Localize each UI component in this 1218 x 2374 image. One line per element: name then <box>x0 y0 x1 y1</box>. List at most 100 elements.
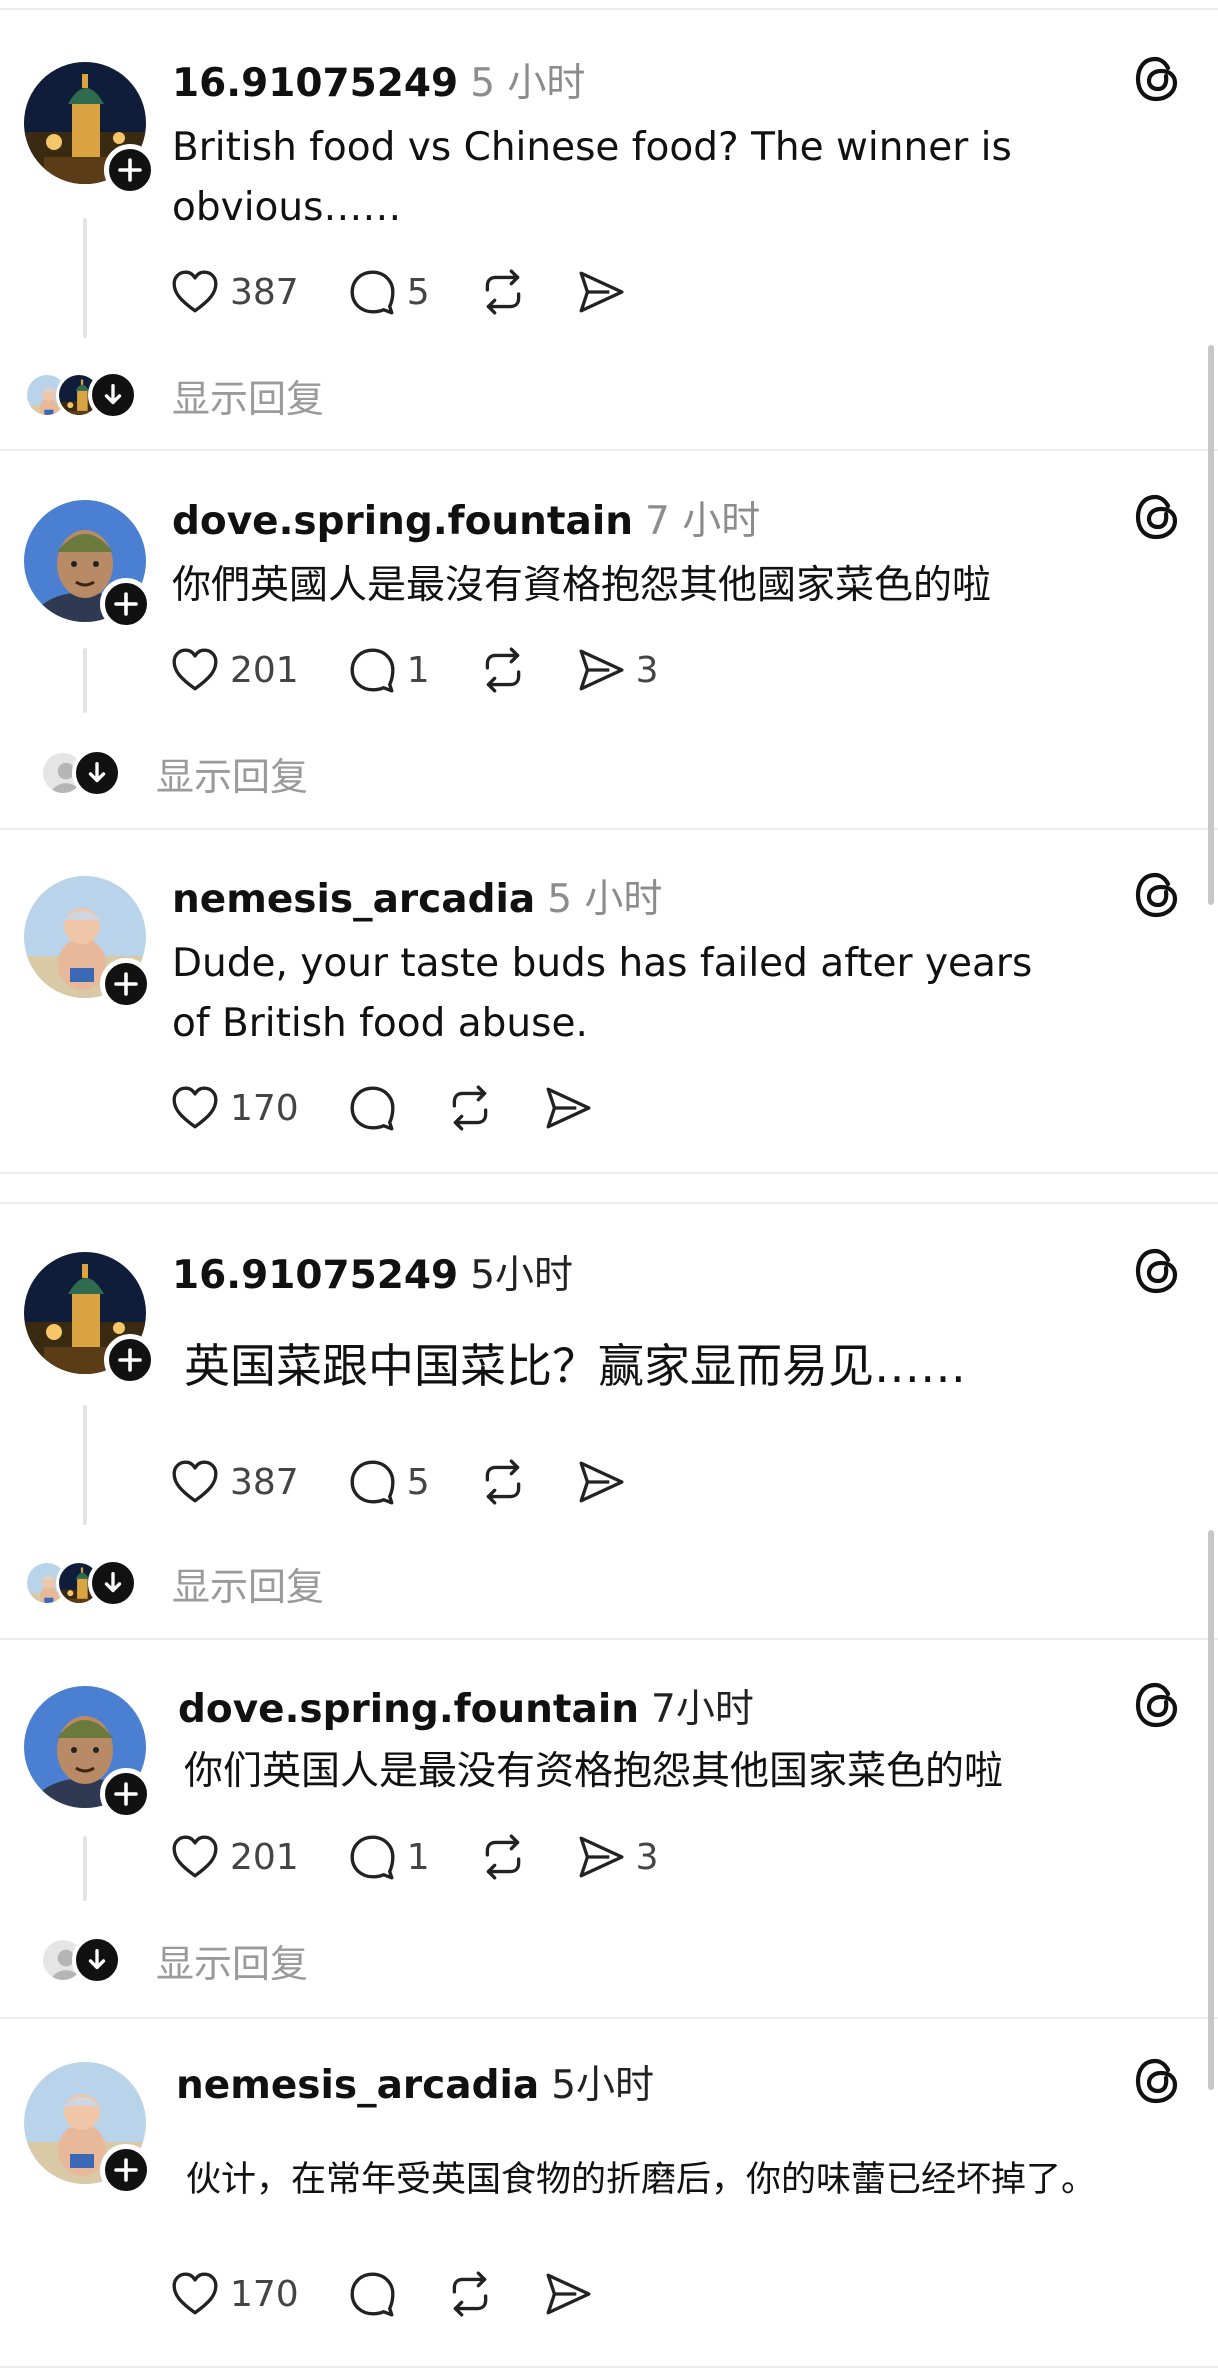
action-bar: 170 <box>170 2264 641 2324</box>
plus-icon <box>111 1779 141 1809</box>
like-button[interactable]: 387 <box>170 1457 299 1507</box>
like-button[interactable]: 170 <box>170 1083 299 1133</box>
comment-button[interactable] <box>347 1083 397 1133</box>
heart-icon <box>170 2269 220 2319</box>
plus-icon <box>115 1345 145 1375</box>
threads-logo-icon[interactable] <box>1132 492 1182 542</box>
like-button[interactable]: 201 <box>170 1832 299 1882</box>
repost-button[interactable] <box>445 2269 495 2319</box>
timestamp: 5 小时 <box>470 61 586 106</box>
action-bar: 387 5 <box>170 1452 674 1512</box>
expand-replies-button[interactable] <box>72 748 122 798</box>
heart-icon <box>170 1083 220 1133</box>
like-button[interactable]: 387 <box>170 267 299 317</box>
like-count: 201 <box>230 649 299 691</box>
show-replies-link[interactable]: 显示回复 <box>172 368 324 423</box>
comment-bubble-icon <box>347 2269 397 2319</box>
timestamp: 5小时 <box>470 1253 574 1298</box>
post-text: Dude, your taste buds has failed after y… <box>172 941 1033 1046</box>
follow-button[interactable] <box>104 1334 156 1386</box>
post-header: 16.91075249 5小时 <box>172 1244 573 1300</box>
top-divider <box>0 8 1218 10</box>
username[interactable]: 16.91075249 <box>172 61 458 106</box>
action-bar: 201 1 3 <box>170 1827 707 1887</box>
username[interactable]: dove.spring.fountain <box>178 1687 639 1732</box>
repost-button[interactable] <box>478 1832 528 1882</box>
timestamp: 5 小时 <box>547 877 663 922</box>
post-text: 伙计，在常年受英国食物的折磨后，你的味蕾已经坏掉了。 <box>186 2160 1097 2200</box>
threads-logo-icon[interactable] <box>1132 2056 1182 2106</box>
repost-icon <box>478 1457 528 1507</box>
share-button[interactable] <box>576 1457 626 1507</box>
repost-icon <box>478 645 528 695</box>
heart-icon <box>170 1457 220 1507</box>
comment-button[interactable]: 5 <box>347 1457 430 1507</box>
post-text: 你们英国人是最没有资格抱怨其他国家菜色的啦 <box>184 1749 1004 1794</box>
comment-button[interactable]: 1 <box>347 645 430 695</box>
comment-count: 5 <box>406 271 430 313</box>
show-replies-row[interactable]: 显示回复 <box>40 1932 308 1988</box>
username[interactable]: dove.spring.fountain <box>172 499 633 544</box>
show-replies-row[interactable]: 显示回复 <box>24 1555 324 1611</box>
expand-replies-button[interactable] <box>72 1935 122 1985</box>
post-text: British food vs Chinese food? The winner… <box>172 125 1012 230</box>
show-replies-row[interactable]: 显示回复 <box>24 367 324 423</box>
comment-button[interactable] <box>347 2269 397 2319</box>
like-count: 170 <box>230 2273 299 2315</box>
like-count: 201 <box>230 1836 299 1878</box>
like-button[interactable]: 170 <box>170 2269 299 2319</box>
follow-button[interactable] <box>104 144 156 196</box>
expand-replies-button[interactable] <box>88 370 138 420</box>
follow-button[interactable] <box>100 2144 152 2196</box>
share-button[interactable] <box>543 2269 593 2319</box>
arrow-down-icon <box>99 381 127 409</box>
comment-count: 1 <box>406 1836 430 1878</box>
threads-logo-icon[interactable] <box>1132 1246 1182 1296</box>
action-bar: 170 <box>170 1078 641 1138</box>
show-replies-link[interactable]: 显示回复 <box>172 1556 324 1611</box>
post-divider <box>0 1172 1218 1174</box>
like-count: 170 <box>230 1087 299 1129</box>
arrow-down-icon <box>99 1569 127 1597</box>
username[interactable]: nemesis_arcadia <box>172 877 535 922</box>
follow-button[interactable] <box>100 578 152 630</box>
send-icon <box>543 1083 593 1133</box>
comment-button[interactable]: 5 <box>347 267 430 317</box>
threads-logo-icon[interactable] <box>1132 54 1182 104</box>
comment-button[interactable]: 1 <box>347 1832 430 1882</box>
heart-icon <box>170 1832 220 1882</box>
show-replies-link[interactable]: 显示回复 <box>156 746 308 801</box>
show-replies-row[interactable]: 显示回复 <box>40 745 308 801</box>
follow-button[interactable] <box>100 1768 152 1820</box>
repost-button[interactable] <box>445 1083 495 1133</box>
post-divider <box>0 828 1218 830</box>
scrollbar[interactable] <box>1208 345 1214 905</box>
share-button[interactable]: 3 <box>576 645 659 695</box>
threads-logo-icon[interactable] <box>1132 870 1182 920</box>
share-button[interactable] <box>576 267 626 317</box>
repost-button[interactable] <box>478 645 528 695</box>
share-button[interactable] <box>543 1083 593 1133</box>
comment-bubble-icon <box>347 1832 397 1882</box>
username[interactable]: 16.91075249 <box>172 1253 458 1298</box>
repost-button[interactable] <box>478 267 528 317</box>
post-header: 16.91075249 5 小时 <box>172 52 585 108</box>
repost-button[interactable] <box>478 1457 528 1507</box>
threads-logo-icon[interactable] <box>1132 1680 1182 1730</box>
post-divider <box>0 1638 1218 1640</box>
post-header: nemesis_arcadia 5 小时 <box>172 868 662 924</box>
post-header: dove.spring.fountain 7 小时 <box>172 490 760 546</box>
show-replies-link[interactable]: 显示回复 <box>156 1933 308 1988</box>
username[interactable]: nemesis_arcadia <box>176 2063 539 2108</box>
timestamp: 5小时 <box>551 2063 655 2108</box>
plus-icon <box>111 969 141 999</box>
share-button[interactable]: 3 <box>576 1832 659 1882</box>
post-text: 你們英國人是最沒有資格抱怨其他國家菜色的啦 <box>172 563 992 608</box>
timestamp: 7小时 <box>651 1687 754 1732</box>
action-bar: 201 1 3 <box>170 640 707 700</box>
scrollbar[interactable] <box>1208 1530 1214 2090</box>
like-button[interactable]: 201 <box>170 645 299 695</box>
expand-replies-button[interactable] <box>88 1558 138 1608</box>
follow-button[interactable] <box>100 958 152 1010</box>
thread-line <box>83 1836 87 1901</box>
